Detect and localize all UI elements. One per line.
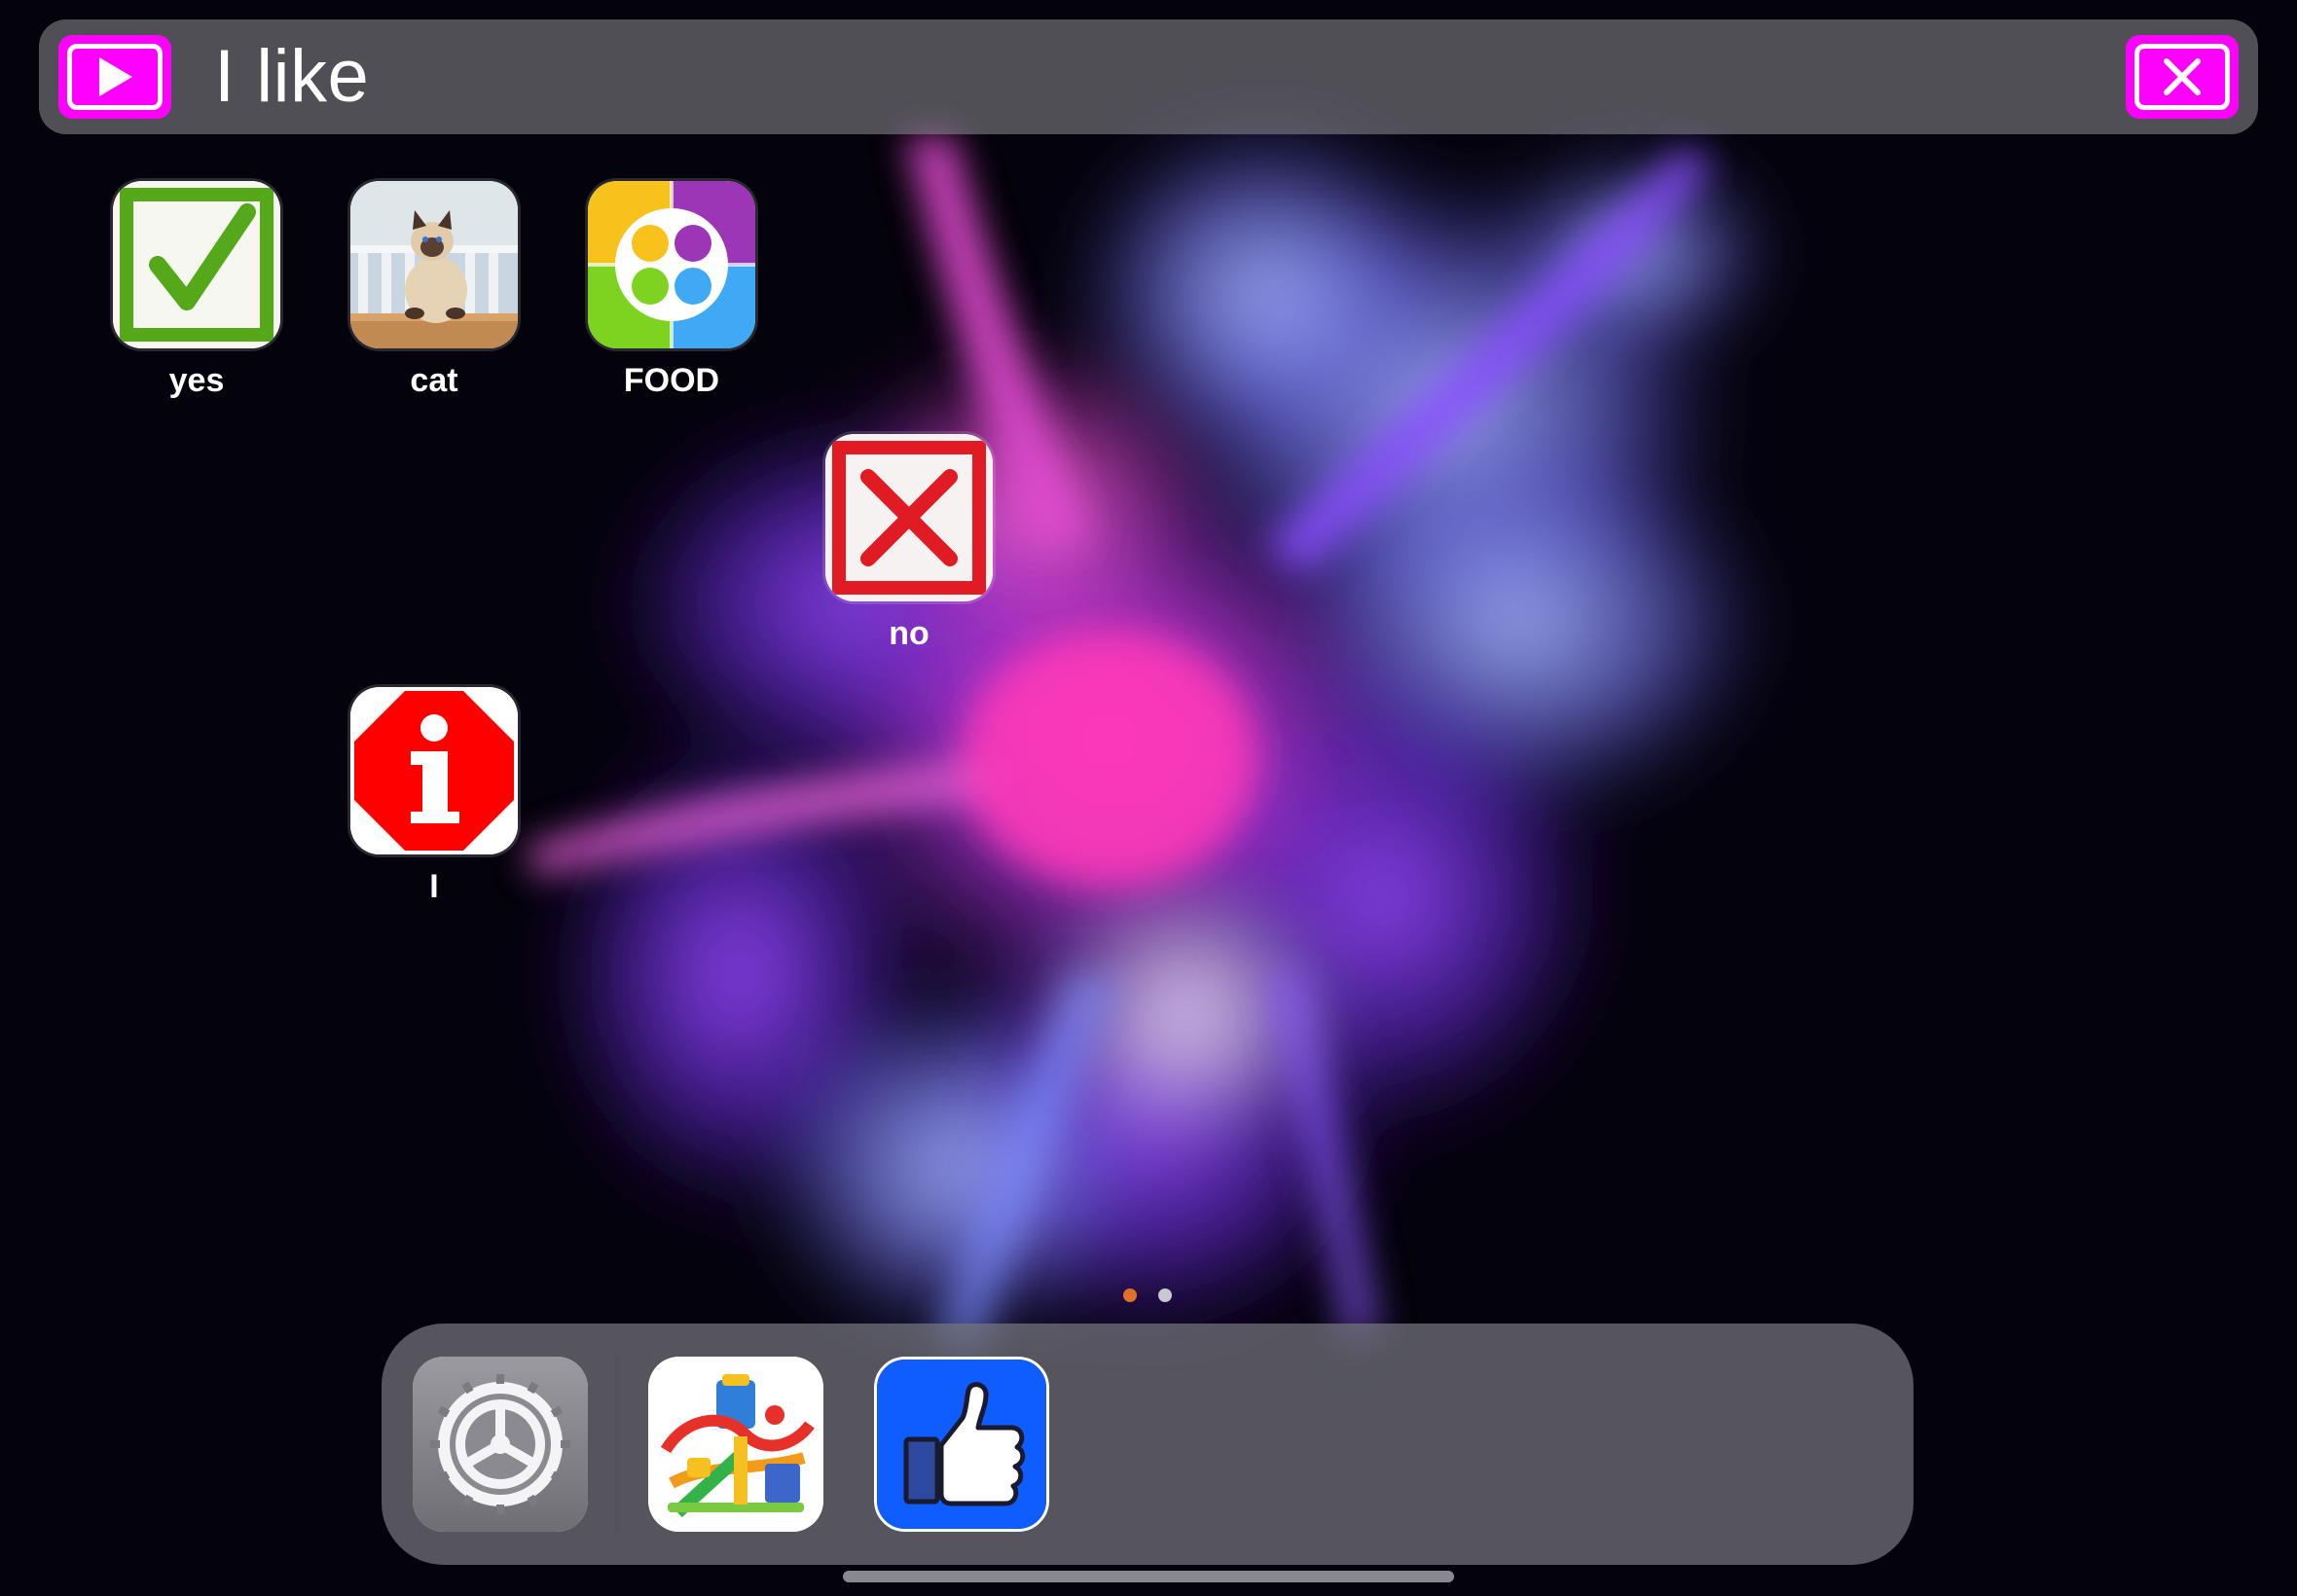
app-yes-label: yes xyxy=(168,362,225,399)
app-food[interactable]: FOOD xyxy=(582,181,761,405)
info-icon xyxy=(350,687,518,854)
dock-divider xyxy=(615,1355,619,1534)
play-button[interactable] xyxy=(58,35,171,119)
dock-app-settings[interactable] xyxy=(413,1357,588,1532)
app-food-label: FOOD xyxy=(623,362,720,399)
app-no-tile[interactable] xyxy=(825,434,993,601)
dock-app-toy[interactable] xyxy=(648,1357,823,1532)
page-dot[interactable] xyxy=(1158,1288,1172,1302)
app-cat-label: cat xyxy=(410,362,458,399)
app-no-label: no xyxy=(889,615,930,652)
app-i-tile[interactable] xyxy=(350,687,518,854)
app-cat[interactable]: cat xyxy=(345,181,524,405)
app-i-label: I xyxy=(429,868,439,905)
thumbs-up-icon xyxy=(877,1360,1046,1529)
clear-sentence-button[interactable] xyxy=(2126,35,2239,119)
app-i[interactable]: I xyxy=(345,687,524,911)
app-no[interactable]: no xyxy=(820,434,999,658)
home-indicator[interactable] xyxy=(843,1571,1454,1582)
cat-photo xyxy=(350,181,518,348)
cross-icon xyxy=(825,434,993,601)
sentence-text[interactable]: I like xyxy=(214,37,369,117)
play-icon xyxy=(99,57,132,96)
close-icon xyxy=(2164,58,2201,95)
bar-divider xyxy=(2100,33,2104,121)
color-circles-icon xyxy=(588,181,755,348)
toy-track-image xyxy=(648,1357,823,1532)
checkmark-icon xyxy=(113,181,280,348)
page-dot-active[interactable] xyxy=(1123,1288,1137,1302)
app-food-tile[interactable] xyxy=(588,181,755,348)
app-yes-tile[interactable] xyxy=(113,181,280,348)
dock xyxy=(382,1324,1914,1565)
dock-app-like[interactable] xyxy=(874,1357,1049,1532)
app-yes[interactable]: yes xyxy=(107,181,286,405)
bar-divider xyxy=(195,33,199,121)
gear-icon xyxy=(413,1357,588,1532)
app-cat-tile[interactable] xyxy=(350,181,518,348)
sentence-bar: I like xyxy=(39,19,2258,134)
